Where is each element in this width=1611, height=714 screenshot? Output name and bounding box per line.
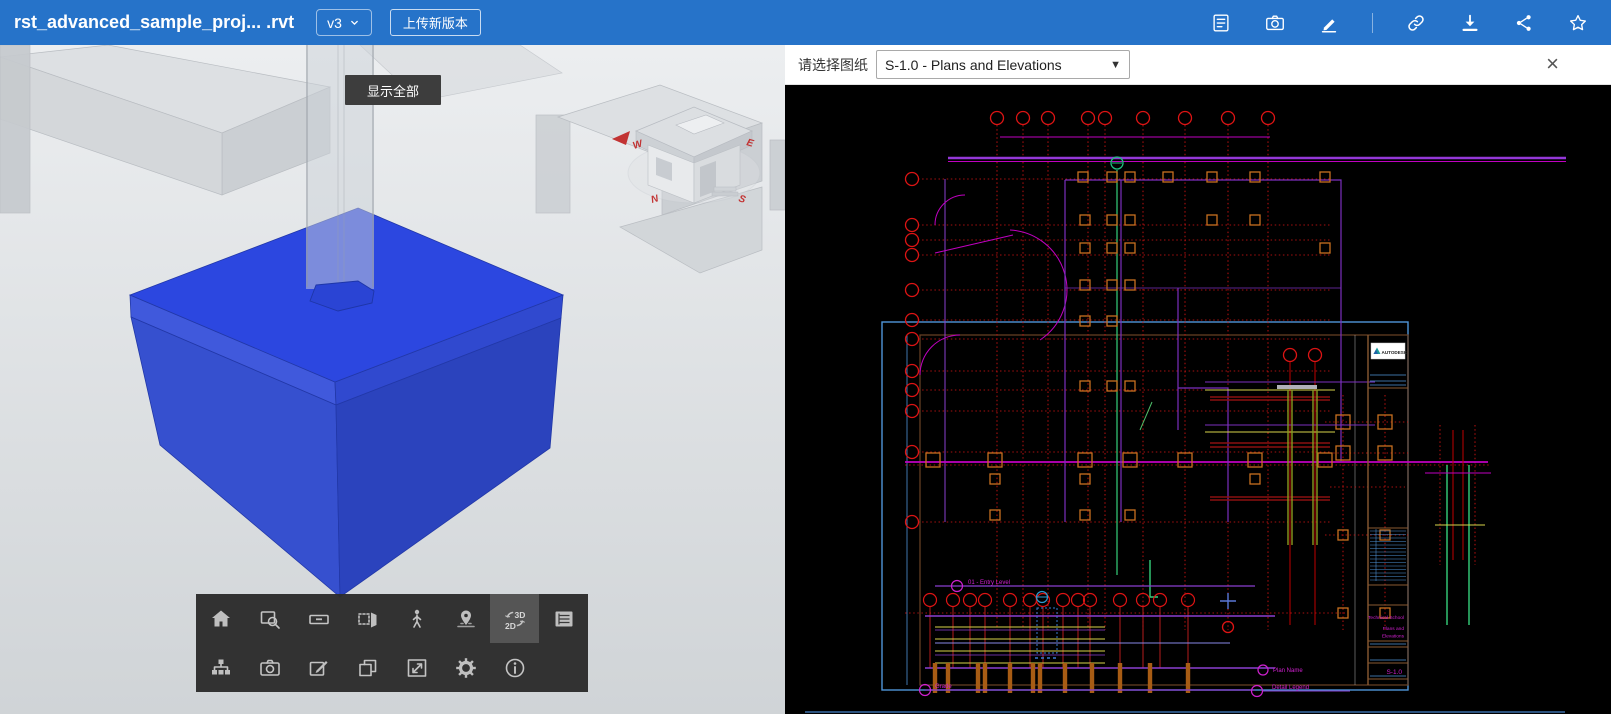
- link-icon[interactable]: [1405, 12, 1427, 34]
- sheet-panel-header: 请选择图纸 S-1.0 - Plans and Elevations ▼ ×: [785, 45, 1611, 85]
- model-tree-button[interactable]: [196, 643, 245, 692]
- app-window: rst_advanced_sample_proj... .rvt v3 上传新版…: [0, 0, 1611, 714]
- titlebar-divider: [1372, 13, 1373, 33]
- mode-3d-2d-toggle[interactable]: 3D2D: [490, 594, 539, 643]
- autodesk-brand: AUTODESK: [1382, 350, 1408, 355]
- fullscreen-button[interactable]: [392, 643, 441, 692]
- sheet-select-label: 请选择图纸: [798, 55, 868, 75]
- map-pin-button[interactable]: [441, 594, 490, 643]
- sheet-list-button[interactable]: [539, 594, 588, 643]
- favorite-star-icon[interactable]: [1567, 12, 1589, 34]
- project-name: Technical School: [1368, 615, 1404, 621]
- sheet-select-value: S-1.0 - Plans and Elevations: [885, 57, 1062, 73]
- entry-level-label: 01 - Entry Level: [968, 580, 1010, 586]
- sheet-select-dropdown[interactable]: S-1.0 - Plans and Elevations ▼: [876, 50, 1130, 79]
- section-button[interactable]: [294, 594, 343, 643]
- mode-3d-label: 3D: [514, 610, 525, 620]
- home-button[interactable]: [196, 594, 245, 643]
- upload-new-version-button[interactable]: 上传新版本: [390, 9, 481, 36]
- clip-plane-button[interactable]: [343, 594, 392, 643]
- info-button[interactable]: [490, 643, 539, 692]
- toolbar-row-1: 3D2D: [196, 594, 588, 643]
- file-title: rst_advanced_sample_proj... .rvt: [14, 12, 294, 33]
- sheet-panel: 请选择图纸 S-1.0 - Plans and Elevations ▼ ×: [785, 45, 1611, 714]
- walkthrough-button[interactable]: [392, 594, 441, 643]
- sheet-title-1: Plans and: [1383, 626, 1405, 632]
- snapshot-button[interactable]: [245, 643, 294, 692]
- zoom-window-button[interactable]: [245, 594, 294, 643]
- viewer-3d[interactable]: W E N S: [0, 45, 785, 714]
- mode-2d-label: 2D: [505, 621, 516, 631]
- show-all-tooltip: 显示全部: [345, 75, 441, 105]
- titlebar-actions: [1210, 12, 1589, 34]
- titlebar: rst_advanced_sample_proj... .rvt v3 上传新版…: [0, 0, 1611, 45]
- viewer-toolbar: 3D2D: [196, 594, 588, 692]
- sheet-number: S-1.0: [1386, 669, 1402, 676]
- detail-legend-label: Detail Legend: [1272, 685, 1309, 691]
- grade-label: Grade: [935, 684, 952, 690]
- select-caret-icon: ▼: [1110, 59, 1121, 71]
- download-icon[interactable]: [1459, 12, 1481, 34]
- markup-button[interactable]: [294, 643, 343, 692]
- settings-button[interactable]: [441, 643, 490, 692]
- snapshot-camera-icon[interactable]: [1264, 12, 1286, 34]
- version-dropdown[interactable]: v3: [316, 9, 372, 36]
- compare-button[interactable]: [343, 643, 392, 692]
- sheet-title-2: Elevations: [1382, 634, 1405, 640]
- share-icon[interactable]: [1513, 12, 1535, 34]
- chevron-down-icon: [348, 16, 361, 29]
- plan-name-label: Plan Name: [1273, 668, 1303, 674]
- cad-drawing: 01 - Entry Level: [785, 85, 1611, 714]
- close-panel-icon[interactable]: ×: [1546, 53, 1559, 75]
- version-label: v3: [327, 15, 342, 31]
- properties-icon[interactable]: [1210, 12, 1232, 34]
- toolbar-row-2: [196, 643, 588, 692]
- markup-pen-icon[interactable]: [1318, 12, 1340, 34]
- cad-sheet-view[interactable]: 01 - Entry Level: [785, 85, 1611, 714]
